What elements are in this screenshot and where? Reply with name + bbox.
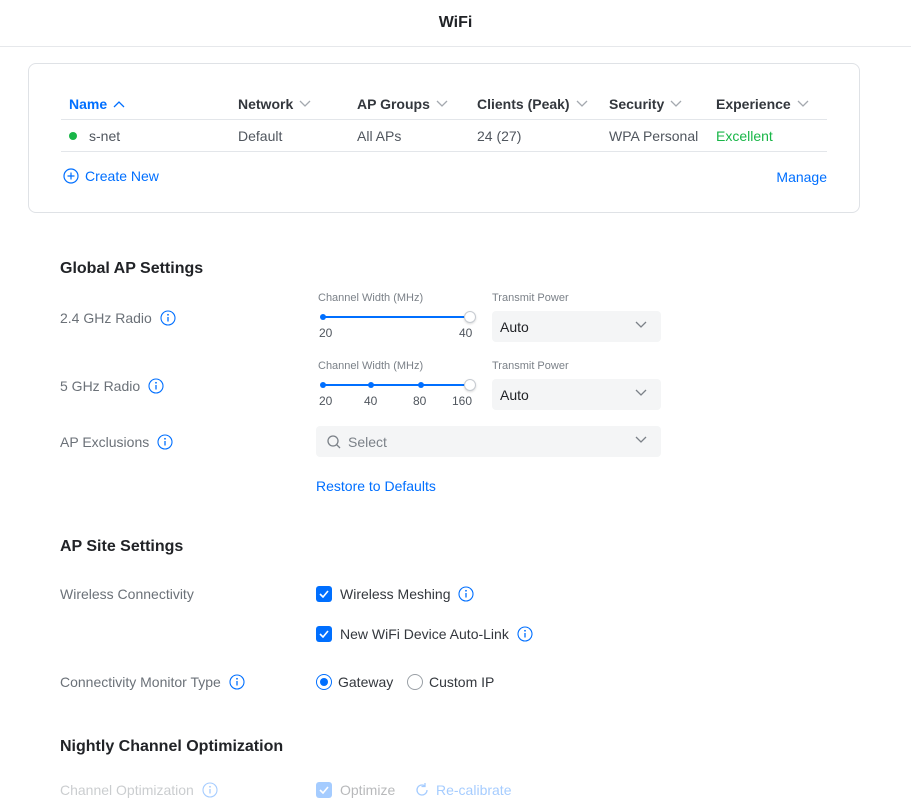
transmit-power-label-24: Transmit Power: [492, 292, 569, 304]
slider-tick-label: 20: [319, 326, 333, 340]
label-ap-exclusions: AP Exclusions: [60, 434, 173, 450]
radio-gateway[interactable]: Gateway: [316, 674, 393, 690]
checkbox-checked-icon[interactable]: [316, 586, 332, 602]
radio-custom-ip[interactable]: Custom IP: [407, 674, 494, 690]
refresh-icon: [416, 783, 428, 796]
slider-handle[interactable]: [464, 311, 476, 323]
column-header-name[interactable]: Name: [69, 96, 125, 112]
top-bar: WiFi: [0, 0, 911, 47]
search-icon: [327, 434, 341, 448]
column-header-experience[interactable]: Experience: [716, 96, 809, 112]
channel-width-label-24: Channel Width (MHz): [318, 292, 424, 304]
manage-link[interactable]: Manage: [776, 169, 827, 185]
slider-tick-label: 40: [364, 394, 378, 408]
label-wireless-connectivity: Wireless Connectivity: [60, 586, 194, 602]
section-title-ap-site: AP Site Settings: [60, 538, 184, 555]
checkbox-checked-icon[interactable]: [316, 626, 332, 642]
info-icon[interactable]: [202, 782, 218, 798]
transmit-power-select-5[interactable]: Auto: [492, 379, 661, 410]
channel-width-slider-24[interactable]: [320, 311, 476, 323]
transmit-power-label-5: Transmit Power: [492, 360, 569, 372]
label-connectivity-monitor: Connectivity Monitor Type: [60, 674, 245, 690]
plus-circle-icon: [63, 168, 79, 184]
cell-network: Default: [238, 128, 283, 144]
chevron-up-icon: [113, 101, 125, 108]
transmit-power-select-24[interactable]: Auto: [492, 311, 661, 342]
info-icon[interactable]: [229, 674, 245, 690]
wireless-meshing-checkbox[interactable]: Wireless Meshing: [316, 586, 475, 602]
ap-exclusions-select[interactable]: Select: [316, 426, 661, 457]
table-header-divider: [61, 119, 827, 120]
label-5ghz-radio: 5 GHz Radio: [60, 378, 164, 394]
column-header-clients[interactable]: Clients (Peak): [477, 96, 588, 112]
checkbox-checked-icon[interactable]: [316, 782, 332, 798]
create-new-button[interactable]: Create New: [63, 168, 159, 184]
column-header-network[interactable]: Network: [238, 96, 311, 112]
wifi-networks-card: Name Network AP Groups Clients (Peak) Se…: [28, 63, 860, 213]
info-icon[interactable]: [160, 310, 176, 326]
section-title-nightly: Nightly Channel Optimization: [60, 738, 284, 755]
table-row-divider: [61, 151, 827, 152]
chevron-down-icon: [576, 100, 588, 107]
slider-tick-label: 160: [452, 394, 473, 408]
status-dot-icon: [69, 132, 77, 140]
slider-stop-80[interactable]: [418, 382, 424, 388]
cell-name: s-net: [89, 128, 121, 144]
cell-experience: Excellent: [716, 128, 773, 144]
radio-selected-icon[interactable]: [316, 674, 332, 690]
column-header-ap-groups[interactable]: AP Groups: [357, 96, 448, 112]
chevron-down-icon: [670, 100, 682, 107]
optimize-checkbox[interactable]: Optimize: [316, 782, 395, 798]
recalibrate-button[interactable]: Re-calibrate: [414, 782, 511, 798]
slider-tick-label: 20: [319, 394, 333, 408]
chevron-down-icon: [635, 389, 647, 396]
auto-link-checkbox[interactable]: New WiFi Device Auto-Link: [316, 626, 533, 642]
chevron-down-icon: [299, 100, 311, 107]
slider-stop-20[interactable]: [320, 314, 326, 320]
section-title-global-ap: Global AP Settings: [60, 260, 204, 277]
page-title: WiFi: [438, 14, 473, 31]
slider-stop-20[interactable]: [320, 382, 326, 388]
info-icon[interactable]: [517, 626, 533, 642]
chevron-down-icon: [797, 100, 809, 107]
slider-handle[interactable]: [464, 379, 476, 391]
slider-tick-label: 40: [459, 326, 473, 340]
label-24ghz-radio: 2.4 GHz Radio: [60, 310, 176, 326]
column-header-security[interactable]: Security: [609, 96, 682, 112]
slider-stop-40[interactable]: [368, 382, 374, 388]
chevron-down-icon: [436, 100, 448, 107]
info-icon[interactable]: [458, 586, 475, 602]
info-icon[interactable]: [148, 378, 164, 394]
cell-clients: 24 (27): [477, 128, 522, 144]
chevron-down-icon: [635, 321, 647, 328]
radio-unselected-icon[interactable]: [407, 674, 423, 690]
cell-ap-groups: All APs: [357, 128, 402, 144]
info-icon[interactable]: [157, 434, 173, 450]
channel-width-slider-5[interactable]: [320, 379, 476, 391]
cell-security: WPA Personal: [609, 128, 699, 144]
channel-width-label-5: Channel Width (MHz): [318, 360, 424, 372]
restore-defaults-link[interactable]: Restore to Defaults: [316, 478, 436, 494]
chevron-down-icon: [635, 436, 647, 443]
label-channel-optimization: Channel Optimization: [60, 782, 218, 798]
slider-tick-label: 80: [413, 394, 427, 408]
